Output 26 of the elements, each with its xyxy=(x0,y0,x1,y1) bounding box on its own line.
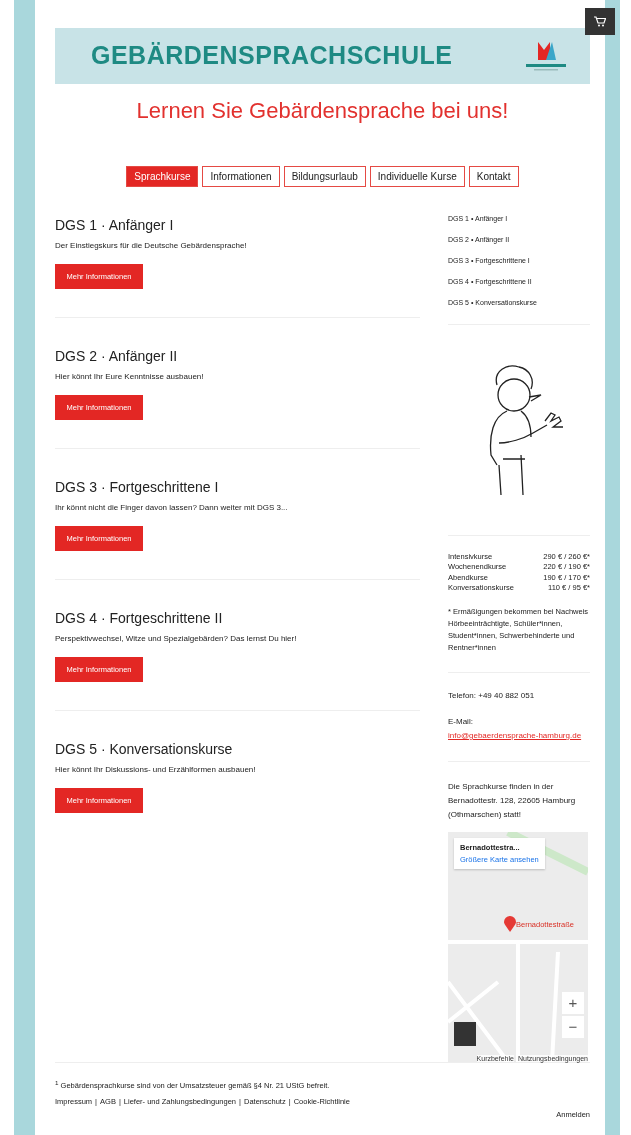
zoom-out-button[interactable]: − xyxy=(562,1015,584,1038)
email-link[interactable]: info@gebaerdensprache-hamburg.de xyxy=(448,728,590,743)
brand-title: GEBÄRDENSPRACHSCHULE xyxy=(91,41,453,71)
course-description: Ihr könnt nicht die Finger davon lassen? Dann weiter mit DGS 3... xyxy=(55,502,289,512)
nav-tab[interactable]: Bildungsurlaub xyxy=(283,165,366,187)
nav-tab[interactable]: Kontakt xyxy=(468,165,519,187)
email-line: E-Mail: info@gebaerdensprache-hamburg.de xyxy=(448,714,590,743)
cart-button[interactable] xyxy=(585,8,615,35)
course-title: DGS 3 · Fortgeschrittene I xyxy=(55,478,220,495)
course-description: Hier könnt Ihr Diskussions- und Erzählformen ausbauen! xyxy=(55,764,257,774)
course-description: Perspektivwechsel, Witze und Spezialgebärden? Das lernst Du hier! xyxy=(55,633,298,643)
course-title: DGS 1 · Anfänger I xyxy=(55,216,175,233)
phone-number: Telefon: +49 40 882 051 xyxy=(448,689,536,702)
course-description: Der Einstiegskurs für die Deutsche Gebärdensprache! xyxy=(55,240,248,250)
nav-tab[interactable]: Sprachkurse xyxy=(126,165,199,187)
location-text: Die Sprachkurse finden in der Bernadottestr. 128, 22605 Hamburg (Othmarschen) statt! xyxy=(448,780,577,821)
page-headline: Lernen Sie Gebärdensprache bei uns! xyxy=(136,97,509,124)
course-title: DGS 4 · Fortgeschrittene II xyxy=(55,609,224,626)
course-title: DGS 2 · Anfänger II xyxy=(55,347,179,364)
course-title: DGS 5 · Konversationskurse xyxy=(55,740,234,757)
course-description: Hier könnt Ihr Eure Kenntnisse ausbauen! xyxy=(55,371,205,381)
nav-tab[interactable]: Informationen xyxy=(202,165,280,187)
map-pin-icon xyxy=(504,915,516,932)
nav-tab[interactable]: Individuelle Kurse xyxy=(369,165,465,187)
cart-icon xyxy=(594,16,606,27)
zoom-in-button[interactable]: + xyxy=(562,991,584,1014)
